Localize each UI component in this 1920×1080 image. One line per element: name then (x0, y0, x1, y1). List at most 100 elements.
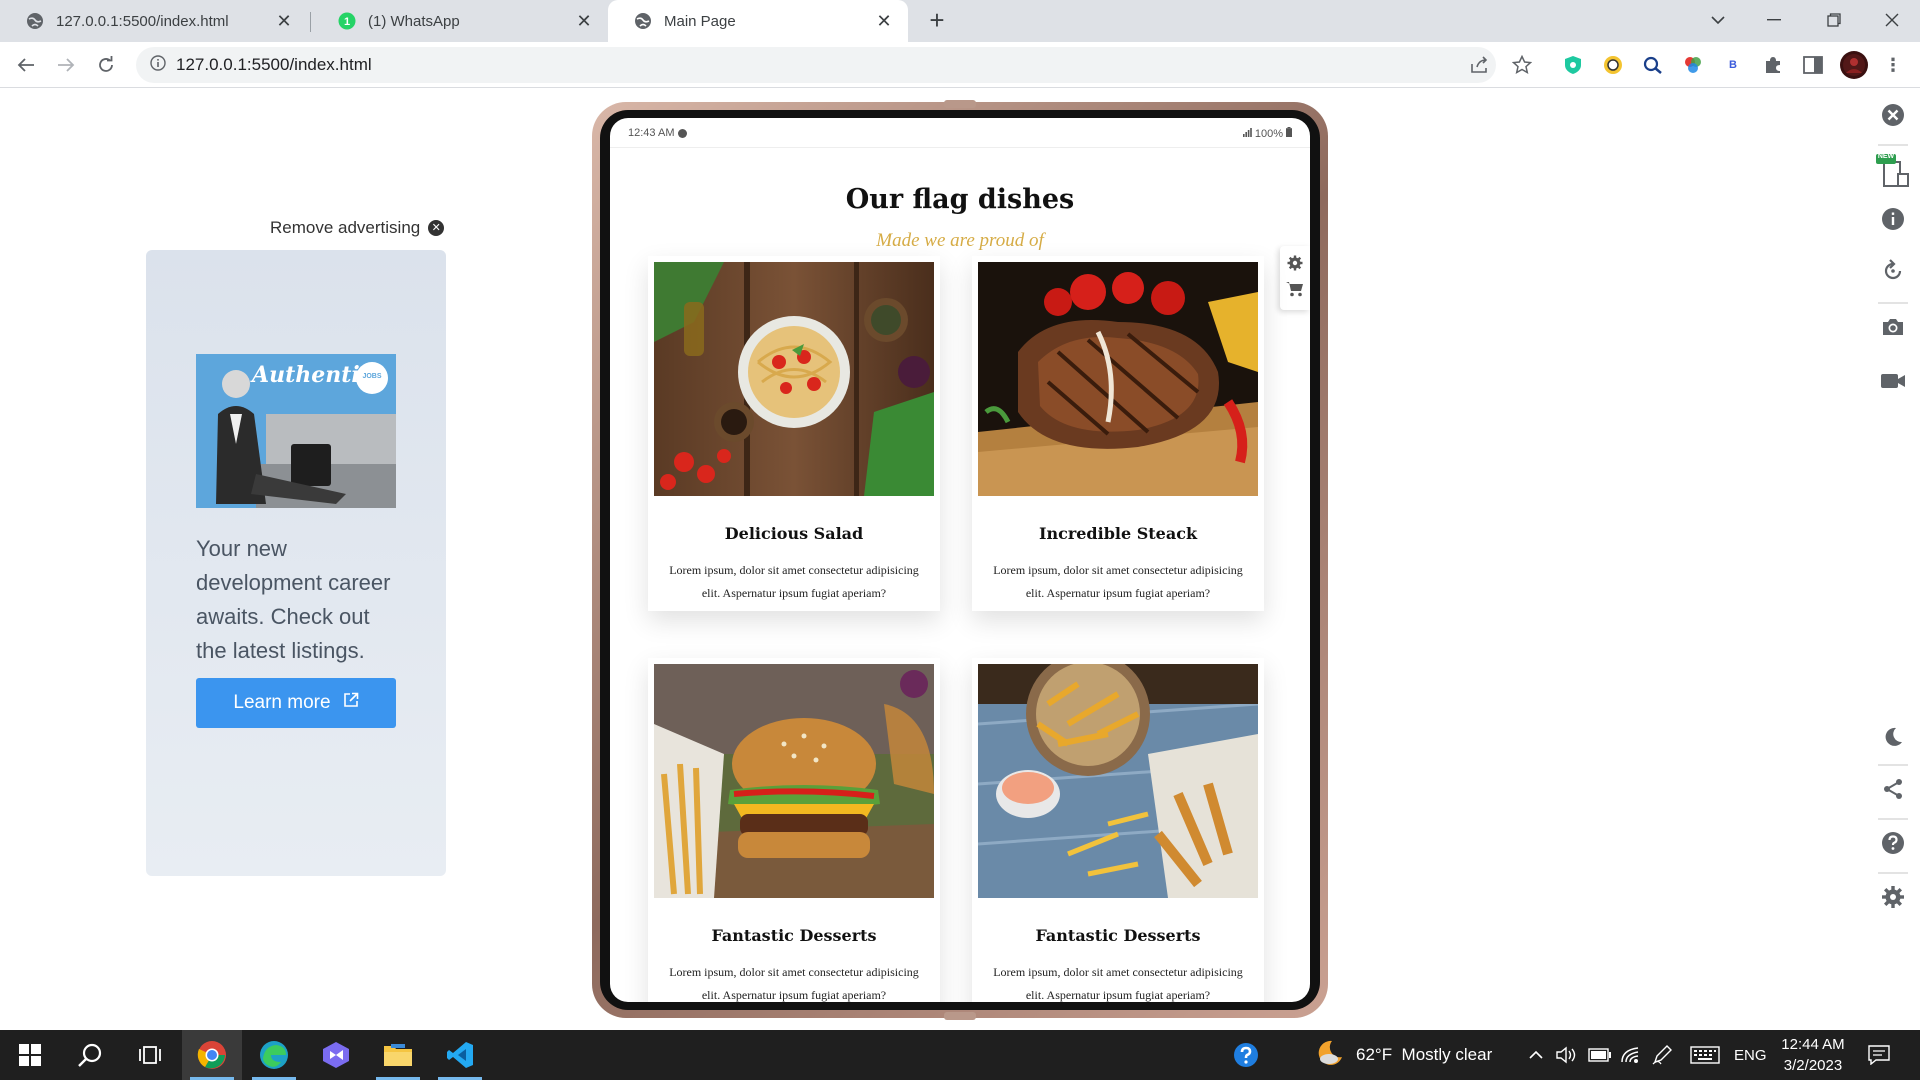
vscode-taskbar-icon[interactable] (430, 1030, 490, 1080)
extensions-puzzle-icon[interactable] (1760, 52, 1786, 78)
help-icon[interactable] (1880, 830, 1906, 856)
tab-divider (310, 12, 311, 32)
keyboard-icon[interactable] (1690, 1030, 1720, 1080)
device-screen[interactable]: 12:43 AM 100% Our flag dishes Made we ar… (610, 118, 1310, 1002)
sidebar-divider (1878, 872, 1908, 874)
search-icon[interactable] (60, 1030, 120, 1080)
signal-icon (1242, 127, 1252, 140)
wifi-icon[interactable] (1620, 1030, 1642, 1080)
reload-button[interactable] (90, 49, 122, 81)
cart-icon[interactable] (1286, 281, 1304, 302)
bootstrap-extension-icon[interactable]: B (1720, 52, 1746, 78)
tab-strip: 127.0.0.1:5500/index.html ✕ 1 (1) WhatsA… (0, 0, 1920, 42)
windows-taskbar: 62°F Mostly clear ENG 12:44 AM 3/2/2023 (0, 1030, 1920, 1080)
ad-image-badge: JOBS (362, 373, 382, 380)
address-bar[interactable]: 127.0.0.1:5500/index.html (136, 47, 1496, 83)
tab-search-icon[interactable] (1690, 0, 1746, 40)
tab-whatsapp[interactable]: 1 (1) WhatsApp ✕ (312, 0, 608, 42)
color-picker-extension-icon[interactable] (1680, 52, 1706, 78)
dish-description: Lorem ipsum, dolor sit amet consectetur … (993, 563, 1243, 600)
new-tab-button[interactable]: + (922, 6, 952, 36)
search-extension-icon[interactable] (1640, 52, 1666, 78)
profile-avatar[interactable] (1840, 51, 1868, 79)
status-time: 12:43 AM (628, 127, 688, 139)
taskbar-clock[interactable]: 12:44 AM 3/2/2023 (1776, 1034, 1850, 1076)
url-text: 127.0.0.1:5500/index.html (176, 55, 372, 74)
share-icon[interactable] (1464, 47, 1496, 83)
coin-extension-icon[interactable] (1600, 52, 1626, 78)
whatsapp-icon: 1 (338, 12, 356, 30)
tab-close-icon[interactable]: ✕ (574, 11, 594, 31)
ad-image[interactable]: Authentic JOBS (196, 354, 396, 508)
browser-toolbar: 127.0.0.1:5500/index.html B ⋮ (0, 42, 1920, 88)
shield-extension-icon[interactable] (1560, 52, 1586, 78)
info-icon[interactable] (1880, 206, 1906, 232)
sidebar-divider (1878, 764, 1908, 766)
moon-icon[interactable] (1880, 724, 1906, 750)
rotate-icon[interactable] (1880, 258, 1906, 284)
device-frame: 12:43 AM 100% Our flag dishes Made we ar… (592, 100, 1328, 1020)
browser-menu-icon[interactable]: ⋮ (1880, 52, 1906, 78)
device-hinge (944, 1012, 976, 1020)
minimize-button[interactable] (1746, 0, 1802, 40)
sidebar-divider (1878, 144, 1908, 146)
ad-card[interactable]: Authentic JOBS Your new development care… (146, 250, 446, 876)
gear-icon[interactable] (1880, 884, 1906, 910)
section-title: Our flag dishes (845, 184, 1075, 215)
help-taskbar-icon[interactable] (1216, 1030, 1276, 1080)
weather-widget[interactable]: 62°F Mostly clear (1316, 1030, 1492, 1080)
devices-icon[interactable]: NEW (1876, 153, 1910, 190)
restore-button[interactable] (1806, 0, 1862, 40)
forward-button[interactable] (50, 49, 82, 81)
gear-icon[interactable] (1287, 255, 1303, 276)
remove-advertising-label: Remove advertising (270, 218, 421, 237)
volume-icon[interactable] (1556, 1030, 1578, 1080)
device-hinge (944, 100, 976, 108)
side-panel-icon[interactable] (1800, 52, 1826, 78)
new-badge: NEW (1877, 153, 1895, 160)
video-camera-icon[interactable] (1880, 368, 1906, 394)
tab-localhost[interactable]: 127.0.0.1:5500/index.html ✕ (0, 0, 308, 42)
show-hidden-icons-chevron-icon[interactable] (1528, 1030, 1544, 1080)
dish-card[interactable]: Fantastic Desserts Lorem ipsum, dolor si… (972, 658, 1264, 1002)
close-window-button[interactable] (1864, 0, 1920, 40)
pen-icon[interactable] (1652, 1030, 1672, 1080)
battery-percent: 100% (1254, 127, 1283, 140)
share-icon[interactable] (1880, 776, 1906, 802)
visual-studio-taskbar-icon[interactable] (306, 1030, 366, 1080)
dish-description: Lorem ipsum, dolor sit amet consectetur … (669, 965, 919, 1002)
camera-icon[interactable] (1880, 314, 1906, 340)
tab-close-icon[interactable]: ✕ (874, 11, 894, 31)
close-circle-icon[interactable] (1880, 102, 1906, 128)
learn-more-button[interactable]: Learn more (196, 678, 396, 728)
dish-card[interactable]: Incredible Steack Lorem ipsum, dolor sit… (972, 256, 1264, 611)
start-button[interactable] (0, 1030, 60, 1080)
tab-close-icon[interactable]: ✕ (274, 11, 294, 31)
site-info-icon[interactable] (150, 54, 166, 76)
edge-taskbar-icon[interactable] (244, 1030, 304, 1080)
battery-icon[interactable] (1588, 1030, 1612, 1080)
whatsapp-badge: 1 (344, 16, 350, 28)
dish-description: Lorem ipsum, dolor sit amet consectetur … (669, 563, 919, 600)
close-circle-icon[interactable]: ✕ (428, 220, 445, 236)
dish-card[interactable]: Delicious Salad Lorem ipsum, dolor sit a… (648, 256, 940, 611)
status-time-text: 12:43 AM (628, 127, 675, 139)
weather-text: 62°F Mostly clear (1356, 1045, 1493, 1064)
weather-moon-icon (1316, 1039, 1344, 1072)
remove-advertising-link[interactable]: Remove advertising ✕ (270, 218, 445, 238)
dish-card[interactable]: Fantastic Desserts Lorem ipsum, dolor si… (648, 658, 940, 1002)
tab-title: 127.0.0.1:5500/index.html (56, 12, 229, 30)
ad-text: Your new development career awaits. Chec… (196, 536, 391, 663)
section-subtitle: Made we are proud of (876, 230, 1044, 251)
file-explorer-taskbar-icon[interactable] (368, 1030, 428, 1080)
tab-main-page[interactable]: Main Page ✕ (608, 0, 908, 42)
bookmark-star-icon[interactable] (1506, 47, 1538, 83)
globe-icon (634, 12, 652, 30)
task-view-icon[interactable] (120, 1030, 180, 1080)
language-indicator[interactable]: ENG (1734, 1030, 1767, 1080)
notifications-icon[interactable] (1868, 1030, 1890, 1080)
back-button[interactable] (10, 49, 42, 81)
chrome-taskbar-icon[interactable] (182, 1030, 242, 1080)
responsive-viewer-sidebar: NEW (1864, 88, 1920, 1030)
battery-icon (1286, 127, 1292, 140)
